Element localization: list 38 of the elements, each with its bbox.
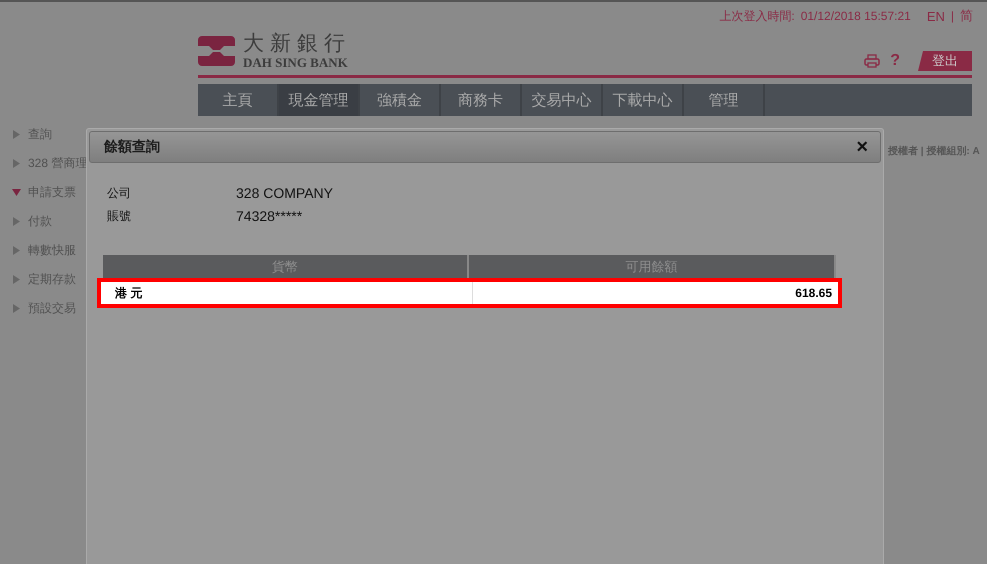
last-login-time: 01/12/2018 15:57:21 (800, 9, 911, 23)
field-value: 328 COMPANY (236, 185, 334, 202)
sidebar-item[interactable]: 付款 (28, 212, 52, 230)
language-link[interactable]: EN (926, 8, 945, 24)
nav-tab[interactable]: 現金管理 (279, 84, 360, 116)
triangle-right-icon[interactable] (12, 216, 21, 226)
triangle-right-icon[interactable] (12, 246, 21, 254)
field-label: 賬號 (107, 208, 132, 225)
nav-tab[interactable]: 商務卡 (441, 84, 522, 116)
sidebar-item[interactable]: 申請支票 (28, 184, 76, 200)
sidebar-item[interactable]: 轉數快服 (28, 242, 76, 258)
triangle-down-icon[interactable] (12, 188, 21, 196)
help-link[interactable]: ? (890, 52, 900, 70)
nav-tab[interactable]: 交易中心 (522, 84, 603, 116)
field-label: 公司 (107, 185, 132, 202)
close-button[interactable]: × (856, 137, 868, 157)
logout-button[interactable]: 登出 (918, 51, 972, 71)
print-icon[interactable] (864, 54, 880, 68)
language-separator: | (950, 9, 954, 23)
table-cell: 港 元 (107, 282, 473, 304)
last-login-label: 上次登入時間: (719, 8, 795, 24)
triangle-right-icon[interactable] (12, 130, 21, 138)
bank-logo-icon (198, 34, 235, 68)
logo-english-text: DAH SING BANK (243, 55, 349, 71)
sidebar-item[interactable]: 預設交易 (28, 300, 76, 316)
sidebar-item[interactable]: 定期存款 (28, 270, 76, 288)
triangle-right-icon[interactable] (12, 304, 21, 312)
logo-chinese-text: 大新銀行 (243, 31, 351, 55)
table-cell-text: 618.65 (794, 285, 833, 302)
nav-tab[interactable]: 下載中心 (603, 84, 684, 116)
dialog-title: 餘額查詢 (104, 138, 160, 156)
sidebar-item[interactable]: 查詢 (28, 126, 52, 142)
nav-tab[interactable]: 強積金 (360, 84, 441, 116)
field-value: 74328***** (236, 208, 304, 225)
nav-tab[interactable]: 管理 (684, 84, 765, 116)
language-link[interactable]: 简 (960, 7, 973, 25)
triangle-right-icon[interactable] (12, 274, 21, 284)
triangle-right-icon[interactable] (12, 158, 21, 168)
